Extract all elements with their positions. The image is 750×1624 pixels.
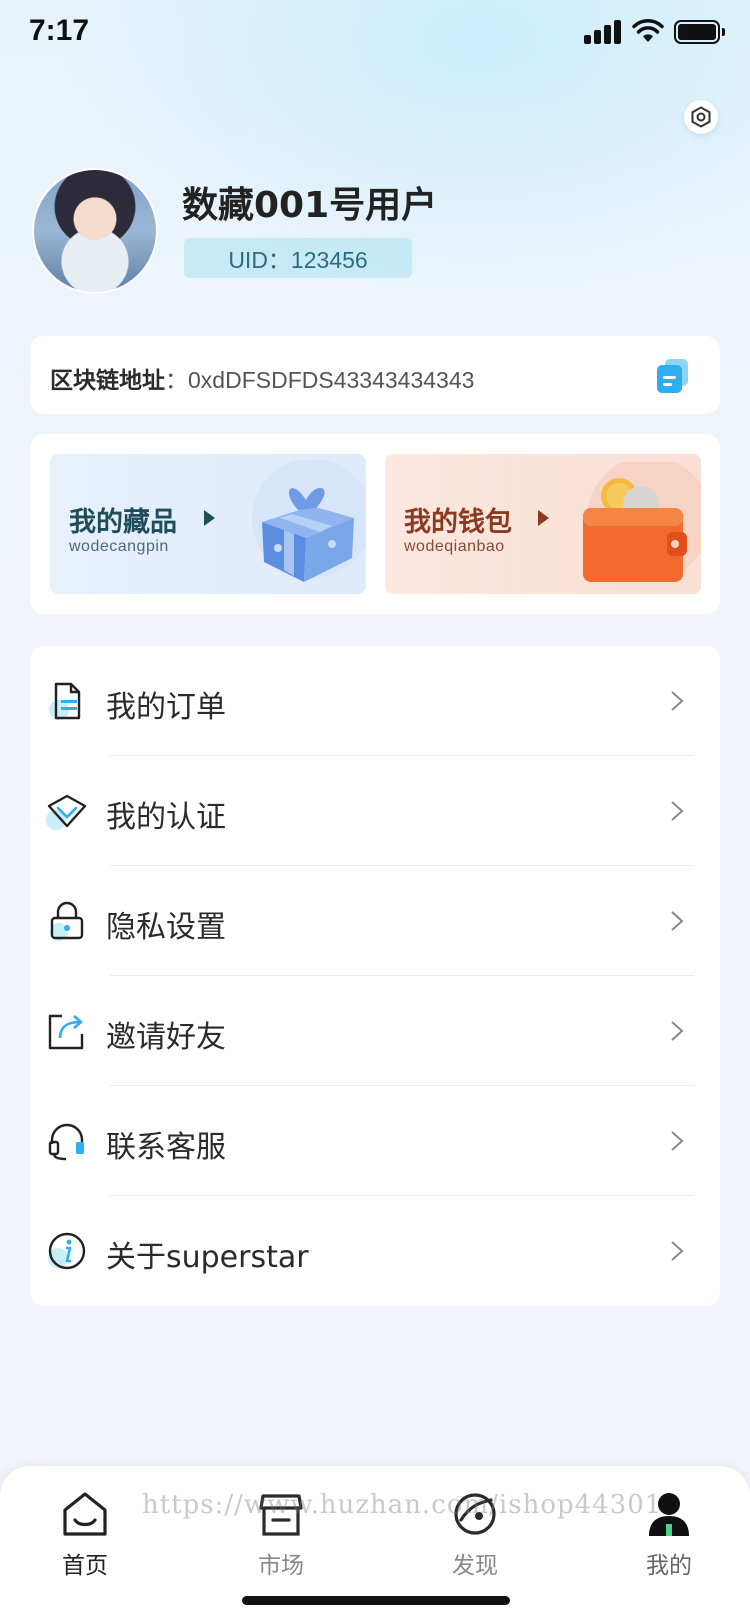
home-icon [63, 1492, 107, 1536]
watermark-text: https://www.huzhan.com/ishop44301 [142, 1490, 663, 1520]
status-time: 7:17 [29, 14, 90, 47]
collection-title: 我的藏品 [69, 507, 177, 538]
chevron-right-icon [671, 801, 684, 821]
menu-label: 我的订单 [106, 690, 226, 725]
hexagon-settings-icon [691, 106, 711, 128]
signal-icon [584, 20, 622, 44]
chevron-right-icon [671, 691, 684, 711]
tab-label: 首页 [62, 1553, 108, 1579]
wallet-title: 我的钱包 [404, 507, 512, 538]
home-indicator[interactable] [242, 1596, 510, 1605]
lock-icon [50, 901, 84, 941]
status-bar: 7:17 [0, 0, 750, 66]
menu-item-certification[interactable]: 我的认证 [30, 756, 720, 866]
menu-label: 联系客服 [106, 1130, 226, 1165]
chevron-right-icon [671, 911, 684, 931]
headset-icon [48, 1123, 84, 1161]
assets-card: 我的藏品 wodecangpin 我的钱包 wodeqianbao [30, 434, 720, 614]
my-wallet-tile[interactable]: 我的钱包 wodeqianbao [385, 454, 701, 594]
wallet-icon [583, 462, 701, 582]
settings-button[interactable] [684, 100, 718, 134]
menu-item-about[interactable]: 关于superstar [30, 1196, 720, 1306]
menu-item-privacy[interactable]: 隐私设置 [30, 866, 720, 976]
address-value: 0xdDFSDFDS43343434343 [188, 367, 475, 393]
chevron-right-icon [671, 1131, 684, 1151]
menu-label: 关于superstar [106, 1240, 309, 1275]
user-name: 数藏001号用户 [182, 185, 438, 226]
info-icon [48, 1232, 86, 1270]
menu-label: 邀请好友 [106, 1020, 226, 1055]
certification-icon [46, 794, 87, 830]
tab-label: 发现 [452, 1553, 498, 1579]
address-label: 区块链地址 [50, 368, 165, 394]
order-icon [49, 682, 81, 720]
address-separator: ： [165, 367, 188, 393]
menu-item-invite[interactable]: 邀请好友 [30, 976, 720, 1086]
address-text: 区块链地址：0xdDFSDFDS43343434343 [50, 361, 474, 395]
play-arrow-icon [538, 510, 549, 526]
share-icon [48, 1014, 84, 1050]
tab-label: 市场 [258, 1553, 304, 1579]
wifi-icon [632, 19, 664, 42]
chevron-right-icon [671, 1241, 684, 1261]
tab-label: 我的 [646, 1553, 692, 1579]
chevron-right-icon [671, 1021, 684, 1041]
my-collection-tile[interactable]: 我的藏品 wodecangpin [50, 454, 366, 594]
uid-badge: UID：123456 [184, 238, 412, 278]
battery-icon [674, 20, 725, 44]
menu-label: 隐私设置 [106, 910, 226, 945]
menu-label: 我的认证 [106, 800, 226, 835]
menu-item-orders[interactable]: 我的订单 [30, 646, 720, 756]
avatar[interactable] [32, 168, 158, 294]
gift-box-icon [252, 460, 366, 582]
tab-home[interactable]: 首页 [35, 1490, 135, 1580]
menu-item-customer-service[interactable]: 联系客服 [30, 1086, 720, 1196]
copy-icon[interactable] [656, 358, 690, 394]
collection-subtitle: wodecangpin [69, 538, 169, 555]
play-arrow-icon [204, 510, 215, 526]
menu-list-card: 我的订单 我的认证 隐私设置 邀请好友 联系客服 关于superstar [30, 646, 720, 1306]
wallet-subtitle: wodeqianbao [404, 538, 505, 555]
blockchain-address-card: 区块链地址：0xdDFSDFDS43343434343 [30, 336, 720, 414]
